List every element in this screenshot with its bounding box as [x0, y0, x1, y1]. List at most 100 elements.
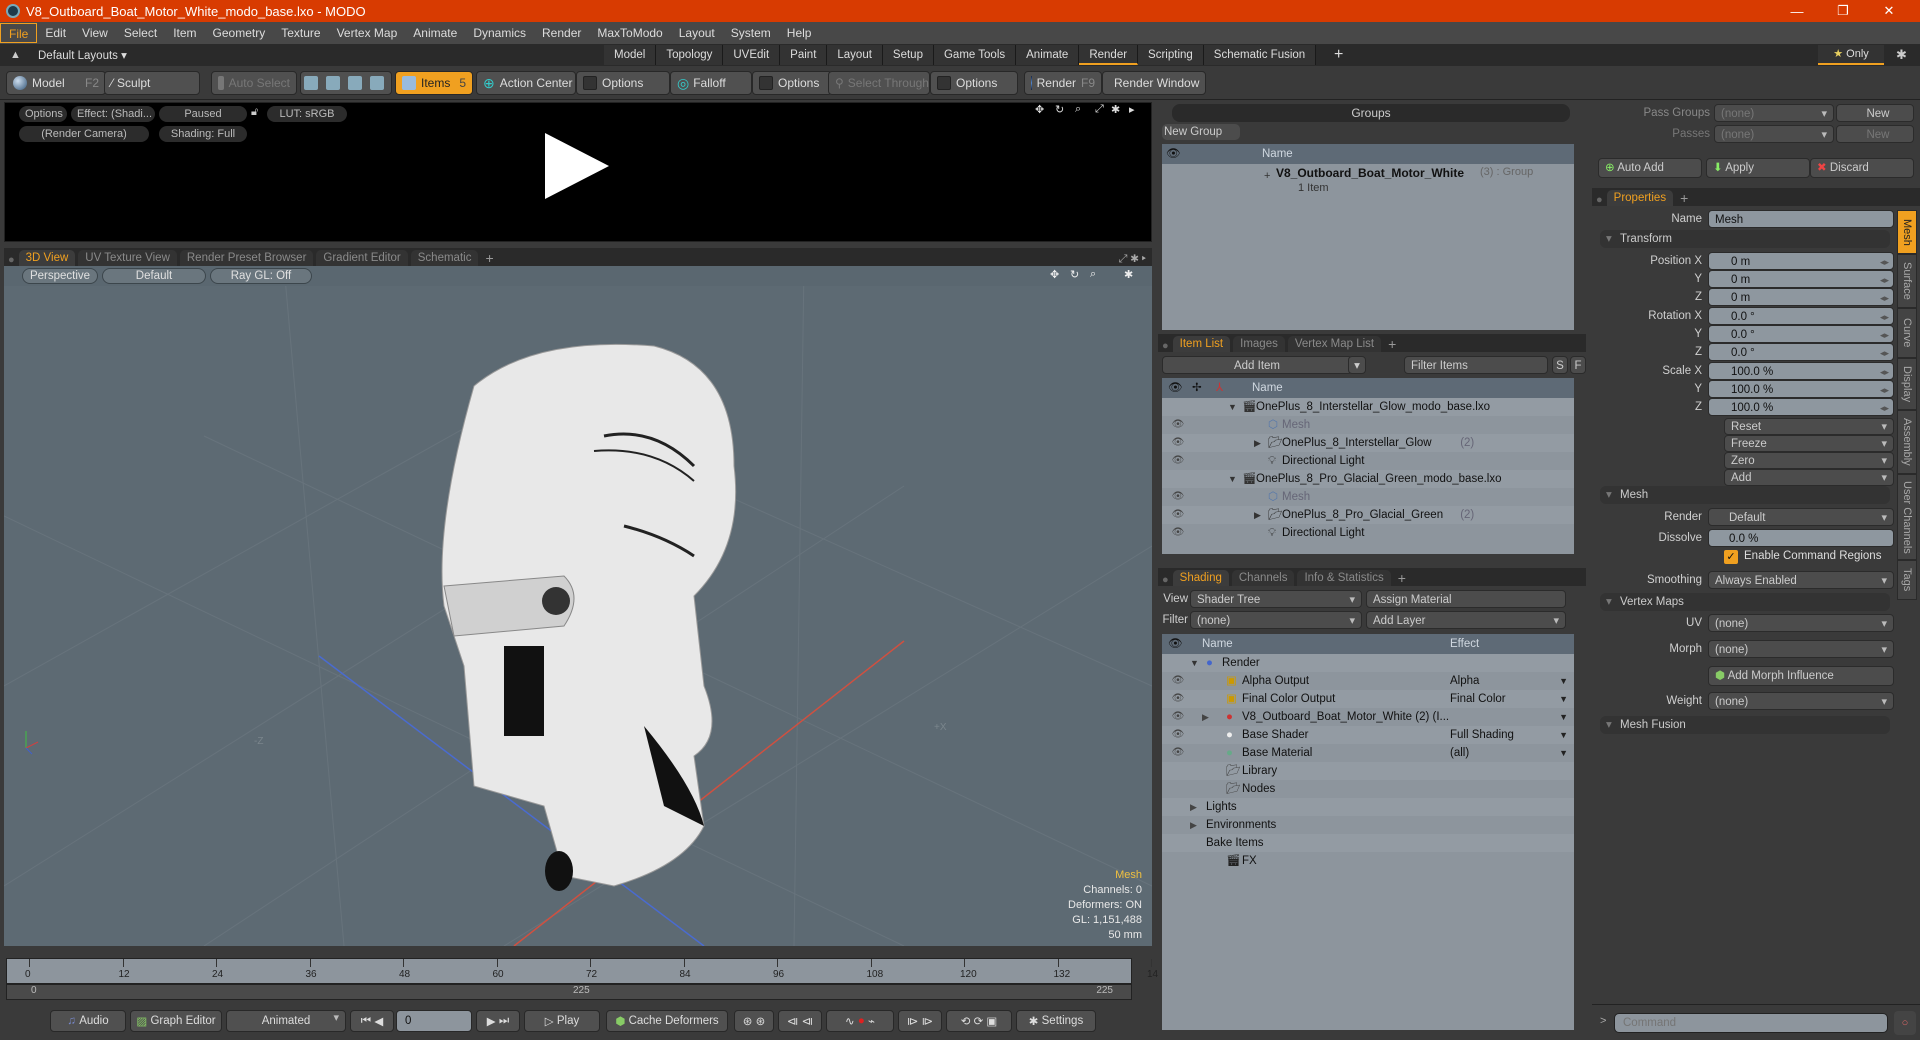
- menu-edit[interactable]: Edit: [37, 23, 74, 43]
- side-tab-user-channels[interactable]: User Channels: [1897, 474, 1917, 560]
- auto-select-button[interactable]: Auto Select: [211, 71, 297, 95]
- visibility-eye-icon[interactable]: 👁︎: [1170, 726, 1186, 744]
- curve-icon[interactable]: ∿: [845, 1014, 855, 1028]
- passes-dropdown[interactable]: (none): [1714, 125, 1834, 144]
- auto-add-button[interactable]: ⊕ Auto Add: [1598, 158, 1702, 178]
- shader-tree-row[interactable]: ▶ Environments: [1162, 816, 1574, 834]
- zoom-icon[interactable]: ⌕: [1090, 268, 1096, 281]
- side-tab-assembly[interactable]: Assembly: [1897, 410, 1917, 474]
- scale-y-input[interactable]: 100.0 % ◂▸: [1708, 380, 1894, 398]
- effect-dropdown-icon[interactable]: ▼: [1559, 672, 1568, 690]
- side-tab-display[interactable]: Display: [1897, 358, 1917, 410]
- effect-value[interactable]: Final Color: [1450, 690, 1506, 708]
- timeline-ruler[interactable]: 0122436486072849610812013214415616818019…: [6, 958, 1725, 984]
- transform-reset-dropdown[interactable]: Reset: [1724, 418, 1894, 436]
- view-dropdown[interactable]: Shader Tree: [1190, 590, 1362, 609]
- tab-render-preset-browser[interactable]: Render Preset Browser: [179, 250, 314, 266]
- visibility-eye-icon[interactable]: 👁︎: [1170, 452, 1186, 470]
- effect-dropdown-icon[interactable]: ▼: [1559, 744, 1568, 762]
- expand-arrow-icon[interactable]: ▶: [1254, 434, 1261, 452]
- cache-deformers-button[interactable]: ⬢ Cache Deformers: [606, 1010, 728, 1032]
- shader-tree-row[interactable]: ▶ Lights: [1162, 798, 1574, 816]
- maximize-icon[interactable]: ⤢ ✱ ▸: [1119, 253, 1152, 266]
- first-frame-icon[interactable]: ⏮: [361, 1015, 371, 1028]
- slider-arrows-icon[interactable]: ◂▸: [1880, 363, 1889, 381]
- lut-dropdown[interactable]: LUT: sRGB: [267, 106, 347, 122]
- model-mode-button[interactable]: Model F2: [6, 71, 106, 95]
- add-tab-icon[interactable]: +: [481, 250, 497, 266]
- gear-icon[interactable]: ✱: [1896, 47, 1907, 63]
- position-x-input[interactable]: 0 m ◂▸: [1708, 252, 1894, 270]
- shading-dropdown[interactable]: Shading: Full: [159, 126, 247, 142]
- slider-arrows-icon[interactable]: ◂▸: [1880, 344, 1889, 362]
- orbit-icon[interactable]: ↻: [1070, 268, 1079, 281]
- add-item-button[interactable]: Add Item: [1162, 356, 1352, 374]
- last-frame-icon[interactable]: ⏭: [499, 1015, 509, 1028]
- record-macro-icon[interactable]: ○: [1894, 1011, 1916, 1035]
- tab-vertex-map-list[interactable]: Vertex Map List: [1287, 336, 1382, 352]
- record-icon[interactable]: ●: [858, 1015, 865, 1027]
- menu-geometry[interactable]: Geometry: [205, 23, 274, 43]
- slider-arrows-icon[interactable]: ◂▸: [1880, 308, 1889, 326]
- side-tab-curve[interactable]: Curve: [1897, 308, 1917, 358]
- menu-vertex-map[interactable]: Vertex Map: [329, 23, 406, 43]
- transform-zero-dropdown[interactable]: Zero: [1724, 452, 1894, 470]
- slider-arrows-icon[interactable]: ◂▸: [1880, 326, 1889, 344]
- only-toggle[interactable]: ★ Only: [1818, 45, 1884, 65]
- add-tab-icon[interactable]: +: [1394, 570, 1410, 586]
- collapse-arrow-icon[interactable]: ▼: [1228, 470, 1237, 488]
- render-options-button[interactable]: Options: [19, 106, 67, 122]
- visibility-eye-icon[interactable]: 👁︎: [1170, 690, 1186, 708]
- view-style-dropdown[interactable]: Default: [102, 268, 206, 284]
- enable-command-regions-checkbox[interactable]: ✓: [1724, 550, 1738, 564]
- zoom-icon[interactable]: ⌕: [1075, 103, 1081, 116]
- list-item[interactable]: ▼ 🎬︎ OnePlus_8_Interstellar_Glow_modo_base…: [1162, 398, 1574, 416]
- expand-icon[interactable]: +: [1264, 170, 1270, 182]
- filter-dropdown[interactable]: (none): [1190, 611, 1362, 630]
- add-tab-icon[interactable]: +: [1384, 336, 1400, 352]
- effect-value[interactable]: Alpha: [1450, 672, 1479, 690]
- add-morph-influence-button[interactable]: ⬢ Add Morph Influence: [1708, 666, 1894, 686]
- effect-value[interactable]: Full Shading: [1450, 726, 1514, 744]
- new-pass-button[interactable]: New: [1836, 125, 1914, 143]
- menu-texture[interactable]: Texture: [273, 23, 328, 43]
- layout-tab-schematic-fusion[interactable]: Schematic Fusion: [1203, 45, 1317, 65]
- visibility-eye-icon[interactable]: 👁︎: [1170, 488, 1186, 506]
- shader-tree-row[interactable]: 👁︎ ▶ ● V8_Outboard_Boat_Motor_White (2) (I.…: [1162, 708, 1574, 726]
- rotate-icon[interactable]: ↻: [1055, 103, 1064, 116]
- vertex-maps-section[interactable]: Vertex Maps: [1600, 593, 1890, 611]
- assign-material-button[interactable]: Assign Material: [1366, 590, 1566, 608]
- select-through-button[interactable]: ⚲ Select Through: [828, 71, 930, 95]
- graph-editor-button[interactable]: ▨ Graph Editor: [130, 1010, 222, 1032]
- frame-input[interactable]: 0: [396, 1010, 472, 1032]
- scale-z-input[interactable]: 100.0 % ◂▸: [1708, 398, 1894, 416]
- list-item[interactable]: 👁︎ 💡︎ Directional Light: [1162, 452, 1574, 470]
- minimize-button[interactable]: —: [1774, 0, 1820, 22]
- maximize-icon[interactable]: ⤢: [1095, 103, 1104, 116]
- expand-arrow-icon[interactable]: ▶: [1190, 816, 1197, 834]
- collapse-arrow-icon[interactable]: ▼: [1190, 654, 1199, 672]
- menu-render[interactable]: Render: [534, 23, 589, 43]
- tab-uv-texture-view[interactable]: UV Texture View: [78, 250, 177, 266]
- tab-shading[interactable]: Shading: [1172, 570, 1229, 586]
- render-pause-toggle[interactable]: Paused: [159, 106, 247, 122]
- menu-layout[interactable]: Layout: [671, 23, 723, 43]
- tab-schematic[interactable]: Schematic: [410, 250, 479, 266]
- shader-tree-row[interactable]: 👁︎ ▣ Final Color Output Final Color ▼: [1162, 690, 1574, 708]
- side-tab-surface[interactable]: Surface: [1897, 254, 1917, 308]
- default-layouts-dropdown[interactable]: Default Layouts ▾: [38, 48, 127, 62]
- animated-dropdown[interactable]: Animated: [226, 1010, 346, 1032]
- expand-arrow-icon[interactable]: ▶: [1202, 708, 1209, 726]
- sculpt-mode-button[interactable]: ⁄ Sculpt: [104, 71, 200, 95]
- set-key-icon[interactable]: ⊛: [743, 1014, 753, 1028]
- settings-button[interactable]: ✱ Settings: [1016, 1010, 1096, 1032]
- layout-tab-scripting[interactable]: Scripting: [1138, 45, 1204, 65]
- polygons-mode-icon[interactable]: [348, 76, 362, 90]
- menu-select[interactable]: Select: [116, 23, 165, 43]
- morph-dropdown[interactable]: (none): [1708, 640, 1894, 659]
- move-icon[interactable]: ✥: [1035, 103, 1044, 116]
- lock-icon[interactable]: 🔓︎: [251, 106, 258, 119]
- tab-images[interactable]: Images: [1233, 336, 1285, 352]
- action-center-button[interactable]: ⊕ Action Center: [476, 71, 576, 95]
- list-item[interactable]: 👁︎ 💡︎ Directional Light: [1162, 524, 1574, 542]
